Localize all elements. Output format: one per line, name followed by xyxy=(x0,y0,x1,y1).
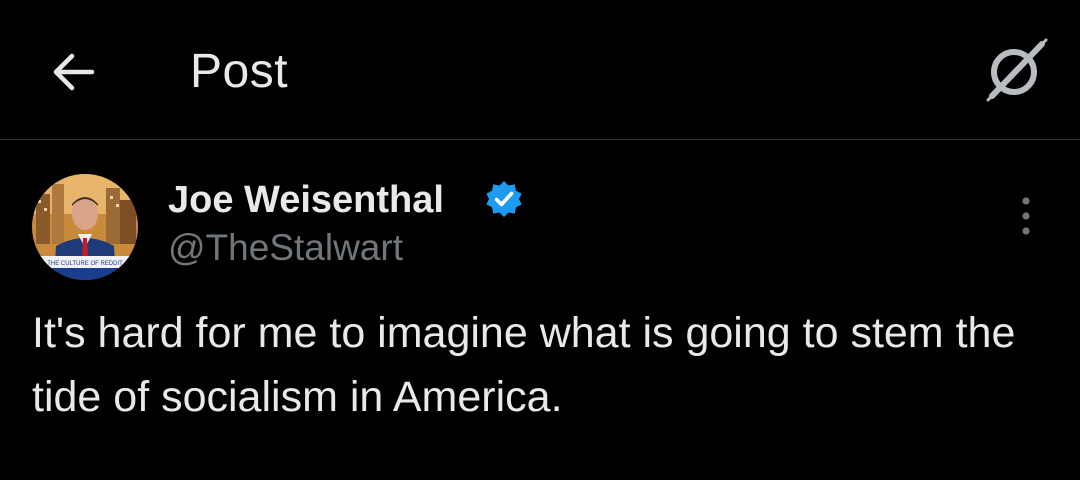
arrow-left-icon xyxy=(53,53,95,91)
post-text: It's hard for me to imagine what is goin… xyxy=(32,309,1016,421)
author-display-name[interactable]: Joe Weisenthal xyxy=(168,177,444,223)
grok-icon xyxy=(986,38,1048,102)
top-bar: Post xyxy=(0,0,1080,140)
grok-button[interactable] xyxy=(980,34,1052,106)
post-card: THE CULTURE OF REDDIT Joe Weisenthal @Th… xyxy=(0,141,1080,480)
page-title: Post xyxy=(190,45,289,98)
avatar[interactable]: THE CULTURE OF REDDIT xyxy=(32,174,138,280)
more-vertical-icon xyxy=(1022,197,1030,235)
back-button[interactable] xyxy=(44,42,104,102)
avatar-caption: THE CULTURE OF REDDIT xyxy=(47,261,123,267)
author-photo: THE CULTURE OF REDDIT xyxy=(32,174,138,280)
more-options-button[interactable] xyxy=(1004,191,1048,241)
verified-badge-icon xyxy=(486,181,522,217)
author-handle[interactable]: @TheStalwart xyxy=(168,225,403,271)
